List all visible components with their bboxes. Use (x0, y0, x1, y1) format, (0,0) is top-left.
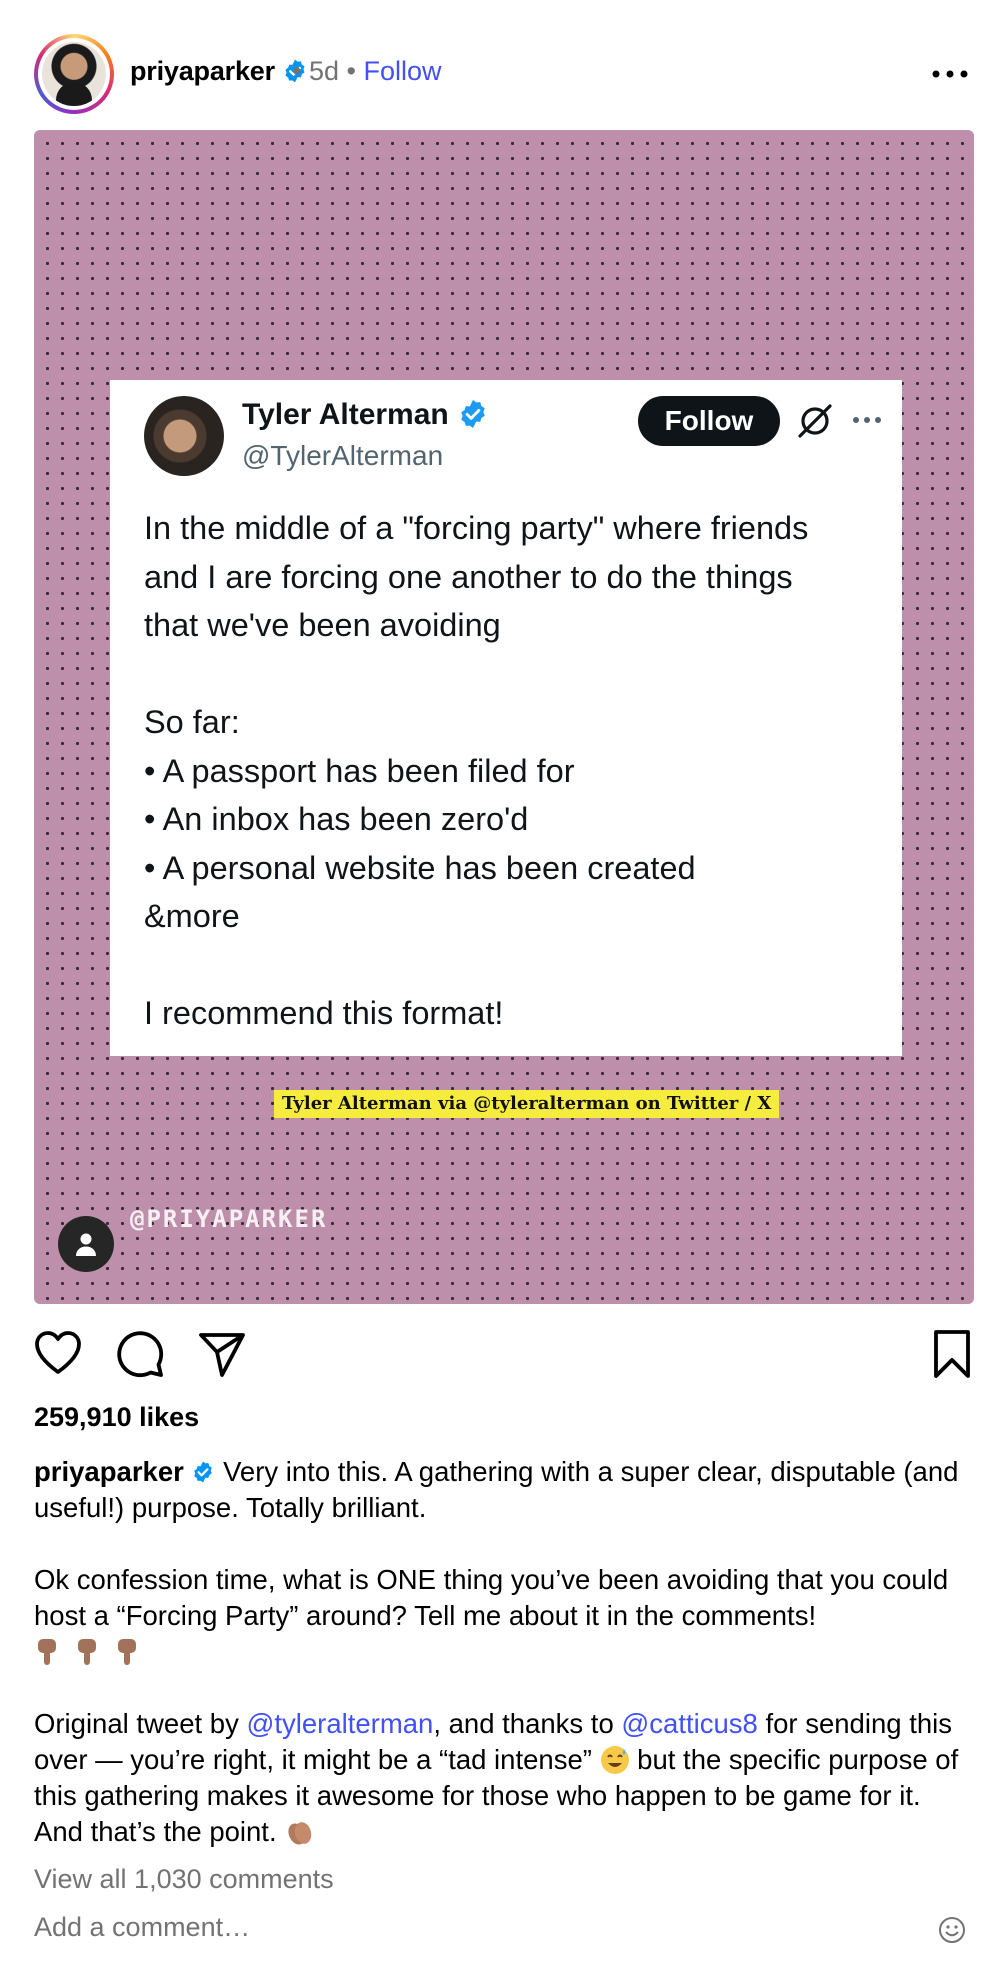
caption-text: Original tweet by (34, 1708, 247, 1739)
caption-text: , and thanks to (433, 1708, 622, 1739)
tweet-follow-button: Follow (638, 396, 780, 446)
mention-link[interactable]: @catticus8 (621, 1708, 757, 1739)
verified-badge-icon (194, 1461, 213, 1483)
tweet-line: • A passport has been filed for (144, 752, 575, 789)
tagged-users-button[interactable] (58, 1216, 114, 1272)
tweet-line (144, 941, 884, 990)
tweet-screenshot: Tyler Alterman @TylerAlterman Follow In … (110, 380, 902, 1056)
save-bookmark-icon[interactable] (926, 1328, 978, 1380)
pointing-down-hand-icon (78, 1639, 96, 1665)
view-all-comments-link[interactable]: View all 1,030 comments (34, 1864, 334, 1895)
tweet-line: that we've been avoiding (144, 607, 501, 643)
add-comment-input[interactable]: Add a comment… (34, 1912, 250, 1943)
caption-text: Ok confession time, what is ONE thing yo… (34, 1564, 949, 1631)
likes-count[interactable]: 259,910 likes (34, 1402, 199, 1433)
post-meta: • 5d • Follow (292, 56, 442, 87)
grinning-sweat-face-icon (600, 1746, 629, 1774)
tweet-line: • A personal website has been created (144, 849, 696, 886)
tweet-avatar (144, 396, 224, 476)
tweet-text: In the middle of a "forcing party" where… (144, 504, 884, 1038)
share-icon[interactable] (196, 1328, 248, 1380)
more-options-icon[interactable] (932, 70, 968, 78)
user-icon (76, 1233, 96, 1256)
tweet-line: &more (144, 898, 240, 934)
tweet-handle: @TylerAlterman (242, 440, 444, 471)
media-watermark: @PRIYAPARKER (130, 1205, 328, 1233)
clapping-hands-icon (288, 1822, 312, 1845)
meta-separator: • (346, 56, 356, 86)
emoji-picker-icon[interactable] (938, 1916, 966, 1944)
tweet-line: I recommend this format! (144, 995, 504, 1031)
tweet-credit: Tyler Alterman via @tyleralterman on Twi… (274, 1090, 780, 1118)
post-time: 5d (308, 56, 340, 86)
tweet-more-icon (853, 417, 881, 423)
tweet-line: In the middle of a "forcing party" where… (144, 510, 809, 546)
follow-button[interactable]: Follow (364, 56, 442, 86)
username-text: priyaparker (130, 56, 275, 86)
tweet-line: • An inbox has been zero'd (144, 801, 529, 837)
tweet-line (144, 650, 884, 699)
comment-icon[interactable] (114, 1328, 166, 1380)
username-link[interactable]: priyaparker (130, 56, 308, 87)
tweet-line: So far: (144, 704, 240, 740)
meta-separator: • (292, 56, 302, 86)
post-caption: priyaparker Very into this. A gathering … (34, 1454, 974, 1850)
verified-badge-icon (461, 400, 485, 428)
profile-avatar[interactable] (34, 34, 114, 114)
pointing-down-hand-icon (38, 1639, 56, 1665)
grok-icon (798, 404, 832, 438)
mention-link[interactable]: @tyleralterman (246, 1708, 433, 1739)
tweet-line: and I are forcing one another to do the … (144, 558, 793, 595)
like-heart-icon[interactable] (32, 1328, 84, 1380)
post-media[interactable]: Tyler Alterman @TylerAlterman Follow In … (34, 130, 974, 1304)
caption-username[interactable]: priyaparker (34, 1456, 184, 1487)
tweet-author-name: Tyler Alterman (242, 398, 489, 432)
pointing-down-hand-icon (118, 1639, 136, 1665)
post-header: priyaparker • 5d • Follow (0, 0, 1006, 130)
